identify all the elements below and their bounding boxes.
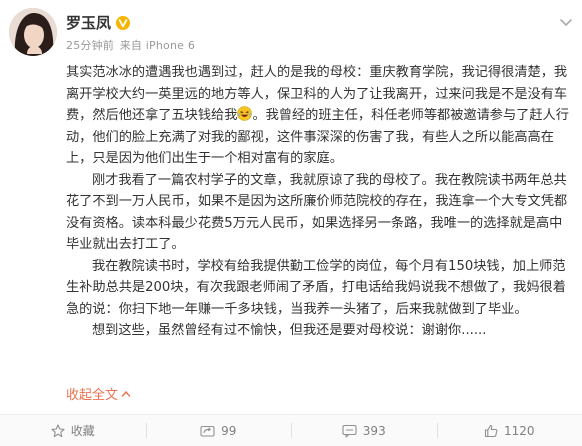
avatar[interactable] <box>9 8 57 56</box>
like-button[interactable]: 1120 <box>437 415 582 446</box>
paragraph-3: 我在教院读书时，学校有给我提供勤工俭学的岗位，每个月有150块钱，加上师范生补助… <box>66 256 572 321</box>
repost-count: 99 <box>221 424 236 438</box>
post-time[interactable]: 25分钟前 <box>66 39 114 52</box>
author-name[interactable]: 罗玉凤 <box>66 12 111 33</box>
post-body: 其实范冰冰的遭遇我也遇到过，赶人的是我的母校：重庆教育学院，我记得很清楚，我离开… <box>66 62 572 342</box>
chevron-up-icon <box>121 389 131 399</box>
post-meta: 25分钟前 来自 iPhone 6 <box>66 37 195 53</box>
thumbs-up-icon <box>484 424 498 438</box>
post-source: 来自 iPhone 6 <box>120 39 195 52</box>
paragraph-1: 其实范冰冰的遭遇我也遇到过，赶人的是我的母校：重庆教育学院，我记得很清楚，我离开… <box>66 62 572 170</box>
chevron-down-icon[interactable] <box>558 14 574 30</box>
collapse-label[interactable]: 收起全文 <box>66 384 118 403</box>
laughing-emoji-icon <box>237 106 252 121</box>
star-icon <box>51 424 65 438</box>
paragraph-4: 想到这些，虽然曾经有过不愉快，但我还是要对母校说：谢谢你...... <box>66 320 572 342</box>
verified-icon <box>116 16 130 30</box>
repost-button[interactable]: 99 <box>146 415 292 446</box>
action-toolbar: 收藏 99 393 1120 <box>0 414 582 446</box>
post-header: 罗玉凤 25分钟前 来自 iPhone 6 <box>0 0 582 60</box>
repost-icon <box>200 424 215 438</box>
comment-count: 393 <box>363 424 386 438</box>
comment-button[interactable]: 393 <box>291 415 437 446</box>
paragraph-2: 刚才我看了一篇农村学子的文章，我就原谅了我的母校了。我在教院读书两年总共花了不到… <box>66 170 572 256</box>
favorite-label: 收藏 <box>71 422 95 439</box>
comment-icon <box>342 424 357 438</box>
like-count: 1120 <box>504 424 535 438</box>
collapse-text-link[interactable]: 收起全文 <box>66 384 131 403</box>
favorite-button[interactable]: 收藏 <box>0 415 146 446</box>
author-name-row: 罗玉凤 <box>66 12 130 33</box>
